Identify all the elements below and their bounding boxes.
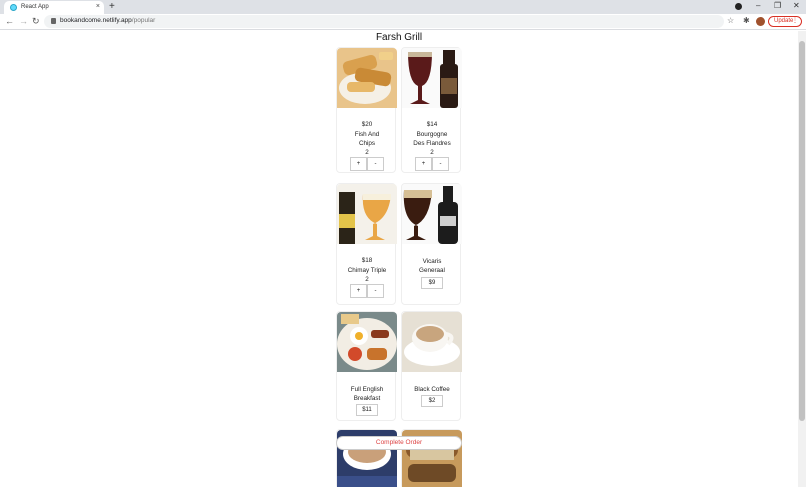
address-bar[interactable]: bookandcome.netlify.app/popular xyxy=(44,15,724,28)
increase-button[interactable]: + xyxy=(350,284,367,298)
item-name-line-2: Breakfast xyxy=(353,395,381,402)
menu-item-card: Full English Breakfast $11 xyxy=(336,311,397,421)
extensions-icon[interactable]: ✱ xyxy=(743,16,750,25)
minimize-button[interactable]: – xyxy=(756,1,760,11)
item-name-line-1: Bourgogne xyxy=(416,131,448,138)
url-path: /popular xyxy=(131,17,156,24)
item-quantity: 2 xyxy=(430,149,434,156)
lock-icon xyxy=(51,18,56,24)
item-price: $14 xyxy=(426,121,438,128)
url-text: bookandcome.netlify.app/popular xyxy=(60,17,155,24)
item-name-line-2: Generaal xyxy=(419,267,445,274)
page-scrollbar[interactable] xyxy=(798,31,806,487)
profile-avatar[interactable] xyxy=(756,17,765,26)
chimay-beer-image xyxy=(337,184,397,244)
menu-item-card: Vicaris Generaal $9 xyxy=(401,183,462,305)
item-price-button[interactable]: $2 xyxy=(421,395,443,407)
complete-order-button[interactable]: Complete Order xyxy=(336,436,462,450)
item-name-line-1: Chimay Triple xyxy=(347,267,387,274)
back-button[interactable]: ← xyxy=(5,16,14,27)
item-name-line-2: Chips xyxy=(358,140,376,147)
bookmark-star-icon[interactable]: ☆ xyxy=(727,16,734,25)
item-price: $18 xyxy=(361,257,373,264)
item-name-line-1: Fish And xyxy=(354,131,380,138)
increase-button[interactable]: + xyxy=(350,157,367,171)
increase-button[interactable]: + xyxy=(415,157,432,171)
media-record-icon[interactable] xyxy=(735,3,742,10)
vicaris-beer-image xyxy=(402,184,462,244)
menu-item-card: $18 Chimay Triple 2 + - xyxy=(336,183,397,305)
page-content: Farsh Grill $20 Fish And Chips 2 + - $14… xyxy=(0,31,798,487)
item-name-line-1: Black Coffee xyxy=(414,386,450,393)
restore-button[interactable]: ❐ xyxy=(774,1,781,11)
item-price-button[interactable]: $11 xyxy=(356,404,378,416)
scrollbar-thumb[interactable] xyxy=(799,41,805,421)
quantity-controls: + - xyxy=(414,157,450,171)
menu-dots-icon: ⋮ xyxy=(792,18,798,24)
reload-button[interactable]: ↻ xyxy=(32,16,40,27)
bourgogne-beer-image xyxy=(402,48,462,108)
full-english-breakfast-image xyxy=(337,312,397,372)
tab-title: React App xyxy=(21,4,49,10)
tab-strip: React App × + – ❐ ✕ xyxy=(0,0,806,14)
decrease-button[interactable]: - xyxy=(367,157,384,171)
react-favicon-icon xyxy=(10,4,17,11)
quantity-controls: + - xyxy=(349,284,385,298)
item-price: $20 xyxy=(361,121,373,128)
window-close-button[interactable]: ✕ xyxy=(793,1,800,11)
page-title: Farsh Grill xyxy=(375,32,423,43)
decrease-button[interactable]: - xyxy=(432,157,449,171)
browser-toolbar: ← → ↻ bookandcome.netlify.app/popular ☆ … xyxy=(0,14,806,30)
tab-react-app[interactable]: React App × xyxy=(4,1,104,14)
item-name-line-2: Des Flandres xyxy=(413,140,451,147)
black-coffee-image xyxy=(402,312,462,372)
tab-close-icon[interactable]: × xyxy=(96,3,100,10)
update-label: Update xyxy=(774,18,794,24)
menu-item-card: $20 Fish And Chips 2 + - xyxy=(336,47,397,173)
quantity-controls: + - xyxy=(349,157,385,171)
item-quantity: 2 xyxy=(365,276,369,283)
menu-item-card: $14 Bourgogne Des Flandres 2 + - xyxy=(401,47,462,173)
item-name-line-1: Full English xyxy=(350,386,384,393)
forward-button[interactable]: → xyxy=(19,16,28,27)
new-tab-button[interactable]: + xyxy=(109,1,115,13)
decrease-button[interactable]: - xyxy=(367,284,384,298)
menu-item-card: Black Coffee $2 xyxy=(401,311,462,421)
item-price-button[interactable]: $9 xyxy=(421,277,443,289)
url-host: bookandcome.netlify.app xyxy=(60,17,132,24)
item-quantity: 2 xyxy=(365,149,369,156)
fish-and-chips-image xyxy=(337,48,397,108)
update-button[interactable]: Update ⋮ xyxy=(768,16,802,27)
item-name-line-1: Vicaris xyxy=(422,258,442,265)
